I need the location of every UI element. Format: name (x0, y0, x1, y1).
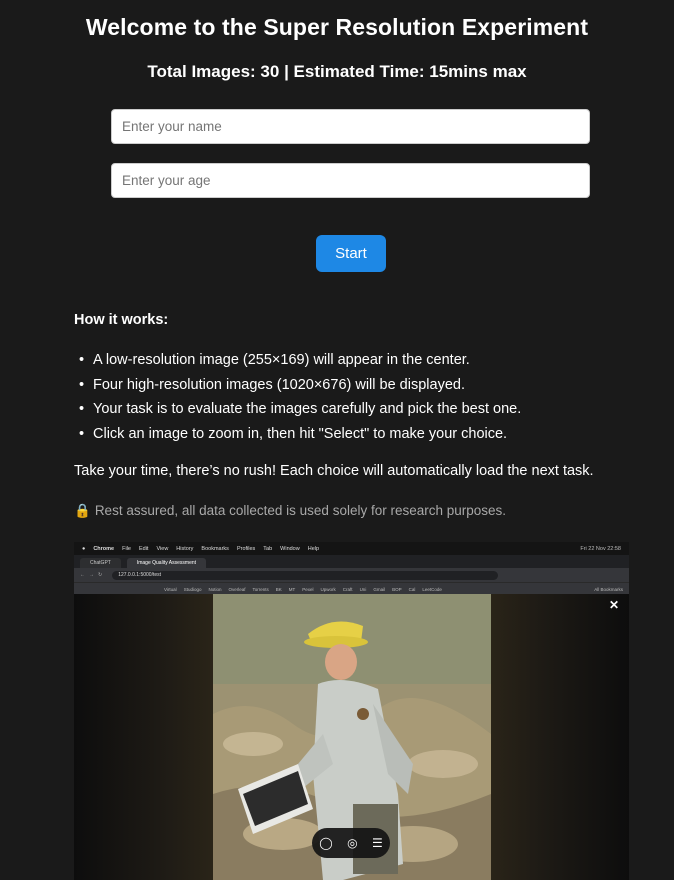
example-screenshot: ● Chrome File Edit View History Bookmark… (74, 542, 629, 880)
bookmark: Pexel (302, 586, 314, 592)
browser-tab: ChatGPT (80, 558, 121, 568)
menu-item: File (122, 545, 131, 552)
menu-item: View (156, 545, 169, 552)
privacy-text: Rest assured, all data collected is used… (94, 503, 507, 518)
list-item: A low-resolution image (255×169) will ap… (74, 348, 654, 373)
menu-icon[interactable]: ☰ (372, 836, 383, 850)
lock-icon: 🔒 (74, 503, 91, 518)
menu-item: Chrome (93, 545, 115, 552)
viewer-toolbar: ◯ ◎ ☰ (312, 828, 390, 858)
menubar-clock: Fri 22 Nov 22:58 (580, 545, 621, 552)
bookmark: Gmail (373, 586, 386, 592)
reassurance-note: Take your time, there’s no rush! Each ch… (74, 463, 594, 479)
tab-label: Image Quality Assessment (136, 560, 197, 566)
url-field: 127.0.0.1:5000/test (112, 570, 499, 580)
menu-item: Edit (138, 545, 149, 552)
bookmark: All Bookmarks (594, 586, 623, 592)
menu-item: Tab (263, 545, 273, 552)
image-viewer: ✕ ◯ ◎ ☰ (74, 594, 629, 880)
bookmark: Virtual (164, 586, 177, 592)
list-item: Your task is to evaluate the images care… (74, 397, 654, 422)
menu-item: History (176, 545, 194, 552)
instructions-list: A low-resolution image (255×169) will ap… (74, 348, 654, 446)
bookmark: LeetCode (422, 586, 442, 592)
bookmark: Overleaf (228, 586, 246, 592)
tab-label: ChatGPT (90, 560, 111, 566)
menu-item: Profiles (236, 545, 256, 552)
viewer-backdrop-right (489, 594, 629, 880)
chat-icon[interactable]: ◯ (319, 836, 332, 850)
page-subtitle: Total Images: 30 | Estimated Time: 15min… (147, 62, 527, 81)
bookmark: BOP (392, 586, 402, 592)
privacy-note: 🔒 Rest assured, all data collected is use… (74, 503, 506, 519)
bookmark: BK (275, 586, 282, 592)
browser-tab-active: Image Quality Assessment (126, 558, 207, 568)
bookmark: Notion (208, 586, 222, 592)
how-it-works-title: How it works: (74, 312, 169, 328)
bookmark: Studiogo (183, 586, 202, 592)
name-input[interactable] (111, 109, 590, 144)
menu-item: Help (307, 545, 320, 552)
page-title: Welcome to the Super Resolution Experime… (85, 14, 589, 40)
apple-icon: ● (82, 545, 86, 552)
bookmark: Torrents (252, 586, 269, 592)
url-text: 127.0.0.1:5000/test (118, 572, 162, 578)
bookmark: Craft (342, 586, 353, 592)
bookmark: MT (288, 586, 296, 592)
list-item: Four high-resolution images (1020×676) w… (74, 373, 654, 398)
nav-icons: ←→↻ (80, 572, 107, 578)
bookmark: Upwork (320, 586, 336, 592)
menu-item: Bookmarks (201, 545, 229, 552)
mac-menubar: ● Chrome File Edit View History Bookmark… (74, 542, 629, 555)
bookmark: Cal (408, 586, 416, 592)
viewer-backdrop-left (74, 594, 214, 880)
address-bar: ←→↻ 127.0.0.1:5000/test (74, 568, 629, 582)
start-button[interactable]: Start (316, 235, 386, 272)
eye-icon[interactable]: ◎ (347, 836, 357, 850)
bookmark: Uni (359, 586, 367, 592)
browser-tabbar: ChatGPT Image Quality Assessment (74, 555, 629, 568)
page: Welcome to the Super Resolution Experime… (0, 0, 674, 880)
list-item: Click an image to zoom in, then hit "Sel… (74, 422, 654, 447)
age-input[interactable] (111, 163, 590, 198)
menu-item: Window (280, 545, 300, 552)
close-icon[interactable]: ✕ (609, 598, 619, 612)
